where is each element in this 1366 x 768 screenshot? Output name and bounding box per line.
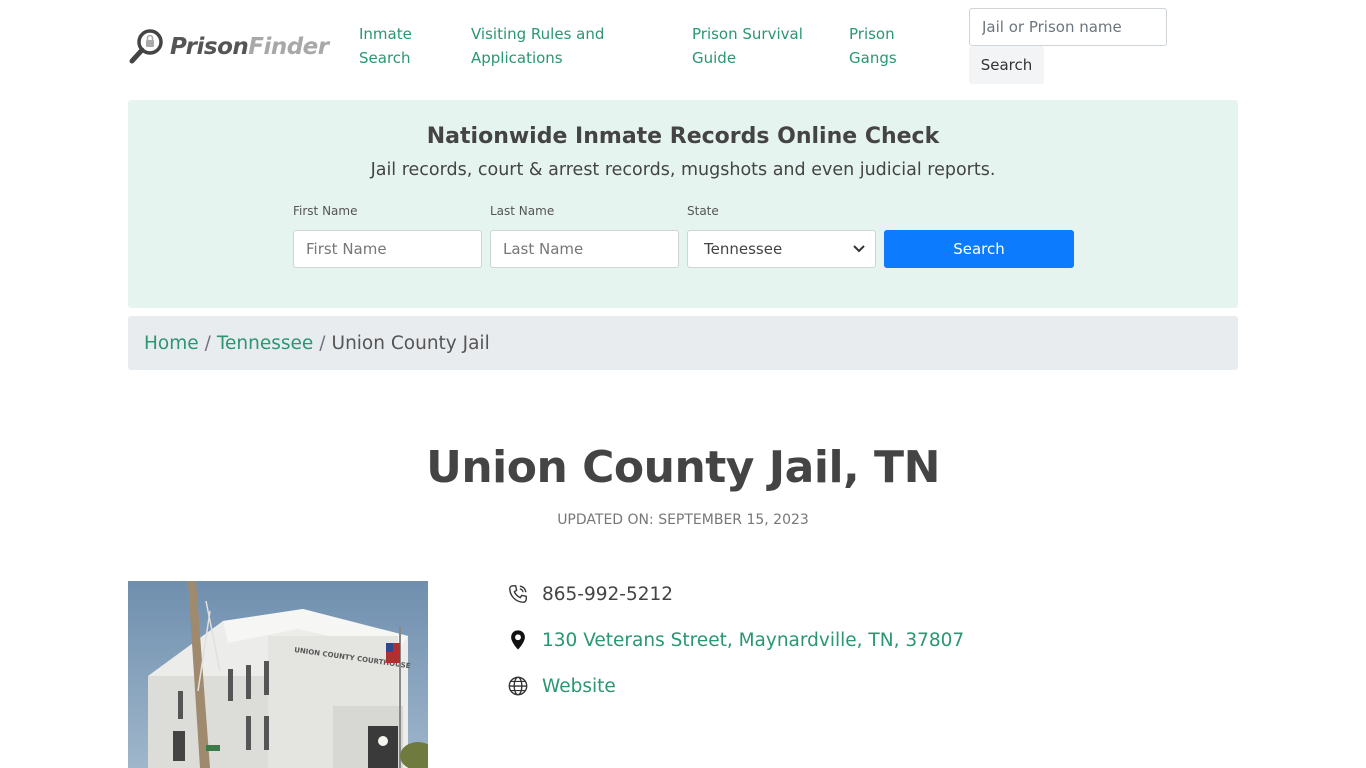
last-name-input[interactable] [490,230,679,268]
breadcrumb-current: Union County Jail [331,332,490,354]
magnifier-lock-icon [129,29,163,64]
logo-text-finder: Finder [248,34,329,60]
header-search-button[interactable]: Search [969,46,1044,84]
page-title: Union County Jail, TN [426,442,940,493]
header-search-input[interactable] [969,8,1167,46]
state-select[interactable]: Tennessee [687,230,876,268]
updated-date: UPDATED ON: SEPTEMBER 15, 2023 [557,512,809,528]
contact-phone: 865-992-5212 [507,583,673,605]
nav-prison-gangs[interactable]: Prison Gangs [849,22,919,70]
breadcrumb-home[interactable]: Home [144,333,199,354]
state-select-value: Tennessee [704,240,783,258]
logo-text-prison: Prison [170,34,249,60]
records-panel-subtitle: Jail records, court & arrest records, mu… [370,160,996,180]
nav-prison-survival-guide[interactable]: Prison Survival Guide [692,22,812,70]
contact-website: Website [507,675,616,697]
nav-visiting-rules[interactable]: Visiting Rules and Applications [471,22,631,70]
logo-wordmark: PrisonFinder [170,34,329,60]
nav-inmate-search[interactable]: Inmate Search [359,22,429,70]
first-name-input[interactable] [293,230,482,268]
chevron-down-icon [853,243,865,256]
phone-number: 865-992-5212 [542,583,674,605]
state-label: State [687,204,719,218]
map-pin-icon [507,629,529,651]
breadcrumb-separator: / [319,332,326,354]
records-panel-title: Nationwide Inmate Records Online Check [426,124,940,149]
last-name-label: Last Name [490,204,555,218]
records-search-button[interactable]: Search [884,230,1074,268]
website-link[interactable]: Website [542,676,616,697]
breadcrumb-state[interactable]: Tennessee [217,333,313,354]
phone-icon [507,583,529,605]
address-link[interactable]: 130 Veterans Street, Maynardville, TN, 3… [542,630,964,651]
breadcrumb: Home / Tennessee / Union County Jail [128,316,1238,370]
facility-photo: UNION COUNTY COURTHOUSE [128,581,428,768]
breadcrumb-separator: / [204,332,211,354]
globe-icon [507,675,529,697]
first-name-label: First Name [293,204,358,218]
contact-address: 130 Veterans Street, Maynardville, TN, 3… [507,629,964,651]
site-logo[interactable]: PrisonFinder [128,26,338,68]
